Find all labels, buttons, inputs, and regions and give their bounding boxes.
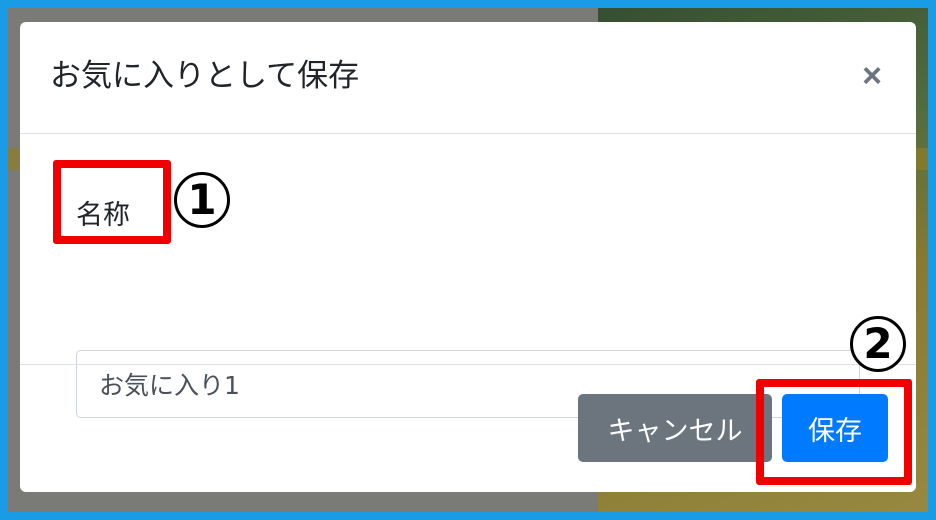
- close-icon: ×: [862, 57, 882, 95]
- dialog-title: お気に入りとして保存: [50, 58, 360, 94]
- cancel-button[interactable]: キャンセル: [578, 394, 772, 462]
- annotation-marker-1: 1: [174, 172, 230, 228]
- footer-divider: [20, 364, 916, 365]
- annotation-highlight-save-button: [756, 379, 912, 485]
- dialog-header: お気に入りとして保存 ×: [20, 22, 916, 134]
- annotation-highlight-name-label: [53, 160, 171, 244]
- annotation-marker-2: 2: [850, 316, 906, 372]
- close-button[interactable]: ×: [854, 56, 890, 96]
